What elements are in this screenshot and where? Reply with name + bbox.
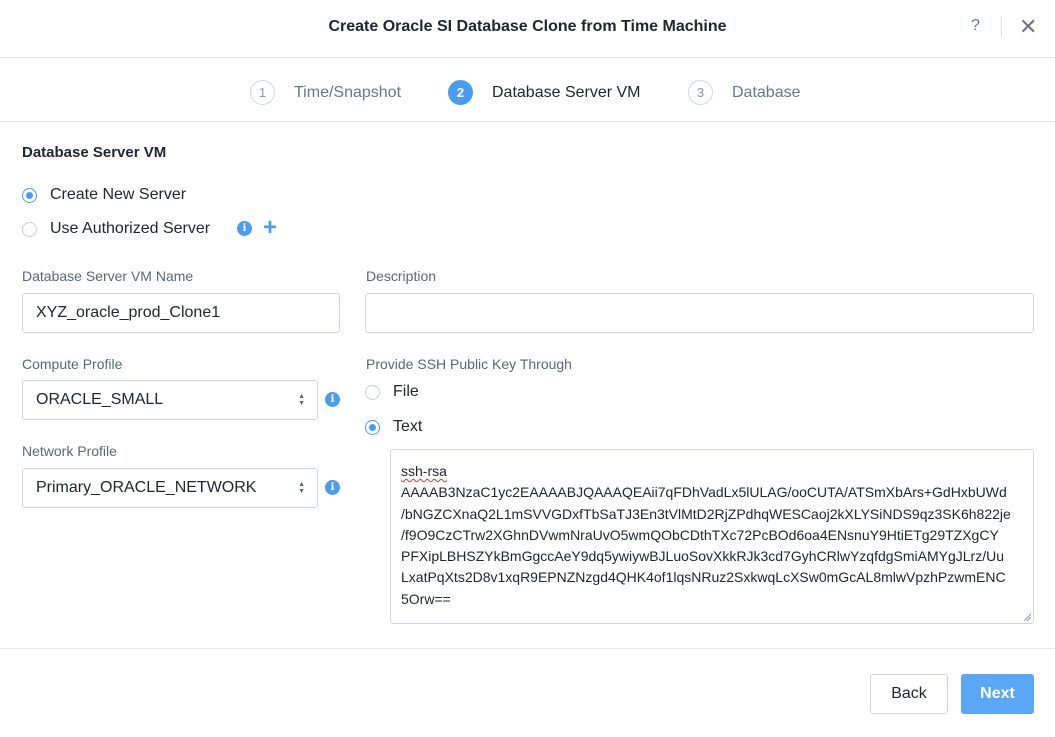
ssh-file-option[interactable]: File [365,383,419,401]
create-new-server-radio[interactable] [22,187,37,203]
ssh-key-line: ssh-rsa [401,463,447,479]
resize-handle-icon[interactable] [1023,613,1031,621]
use-authorized-server-label: Use Authorized Server [50,220,211,237]
step-label: Database Server VM [492,83,641,101]
compute-profile-label: Compute Profile [22,356,123,372]
compute-profile-select[interactable]: ORACLE_SMALL ▲ ▼ [22,380,318,420]
step-number: 1 [250,80,275,105]
back-button[interactable]: Back [870,674,948,714]
ssh-file-radio[interactable] [365,384,380,400]
network-profile-value: Primary_ORACLE_NETWORK [36,479,257,496]
next-button[interactable]: Next [961,674,1034,714]
compute-profile-value: ORACLE_SMALL [36,391,164,408]
ssh-key-line: 5Orw== [401,590,451,607]
select-arrows-icon: ▲ ▼ [298,393,305,407]
description-input[interactable] [365,293,1034,333]
wizard-steps: 1 Time/Snapshot 2 Database Server VM 3 D… [0,58,1055,122]
ssh-key-line: PFXipLBHSZYkBmGgccAeY9dq5ywiywBJLuoSovXk… [401,548,1004,565]
vm-name-input[interactable]: XYZ_oracle_prod_Clone1 [22,293,340,333]
description-label: Description [366,268,437,284]
use-authorized-server-option[interactable]: Use Authorized Server [22,220,210,238]
network-profile-select[interactable]: Primary_ORACLE_NETWORK ▲ ▼ [22,468,318,508]
step-time-snapshot[interactable]: 1 Time/Snapshot [250,80,401,105]
network-profile-info-icon[interactable]: i [325,480,340,495]
close-icon[interactable]: ✕ [1019,14,1037,40]
create-new-server-option[interactable]: Create New Server [22,186,186,204]
ssh-key-line: /bNGZCXnaQ2L1mSVVGDxfTbSaTJ3En3tVlMtD2Rj… [401,505,1011,522]
step-database[interactable]: 3 Database [688,80,801,105]
header-divider [1001,16,1002,38]
select-arrows-icon: ▲ ▼ [298,481,305,495]
step-number: 3 [688,80,713,105]
ssh-file-label: File [393,383,419,400]
network-profile-label: Network Profile [22,443,117,459]
dialog-header: Create Oracle SI Database Clone from Tim… [0,0,1055,58]
help-icon[interactable]: ? [971,17,980,35]
step-label: Time/Snapshot [294,83,402,101]
ssh-key-source-label: Provide SSH Public Key Through [366,356,572,372]
ssh-text-radio[interactable] [365,419,380,435]
ssh-text-label: Text [393,418,423,435]
ssh-key-textarea[interactable]: ssh-rsa AAAAB3NzaC1yc2EAAAABJQAAAQEAii7q… [390,449,1034,624]
compute-profile-info-icon[interactable]: i [325,392,340,407]
ssh-key-line: AAAAB3NzaC1yc2EAAAABJQAAAQEAii7qFDhVadLx… [401,484,1007,501]
ssh-key-line: LxatPqXts2D8v1xqR9EPNZNzgd4QHK4of1lqsNRu… [401,569,1006,586]
ssh-text-option[interactable]: Text [365,418,422,436]
vm-name-label: Database Server VM Name [22,268,194,284]
add-authorized-server-icon[interactable]: + [263,216,277,240]
use-authorized-server-radio[interactable] [22,221,37,237]
ssh-key-line: /f9O9CzCTrw2XGhnDVwmNraUvO5wmQObCDthTXc7… [401,526,999,543]
step-database-server-vm[interactable]: 2 Database Server VM [448,80,641,105]
info-icon[interactable]: i [237,221,252,236]
step-number: 2 [448,80,473,105]
dialog-title: Create Oracle SI Database Clone from Tim… [328,18,727,35]
section-title: Database Server VM [22,144,167,161]
create-new-server-label: Create New Server [50,186,187,203]
step-label: Database [732,83,801,101]
footer-divider [0,648,1055,649]
